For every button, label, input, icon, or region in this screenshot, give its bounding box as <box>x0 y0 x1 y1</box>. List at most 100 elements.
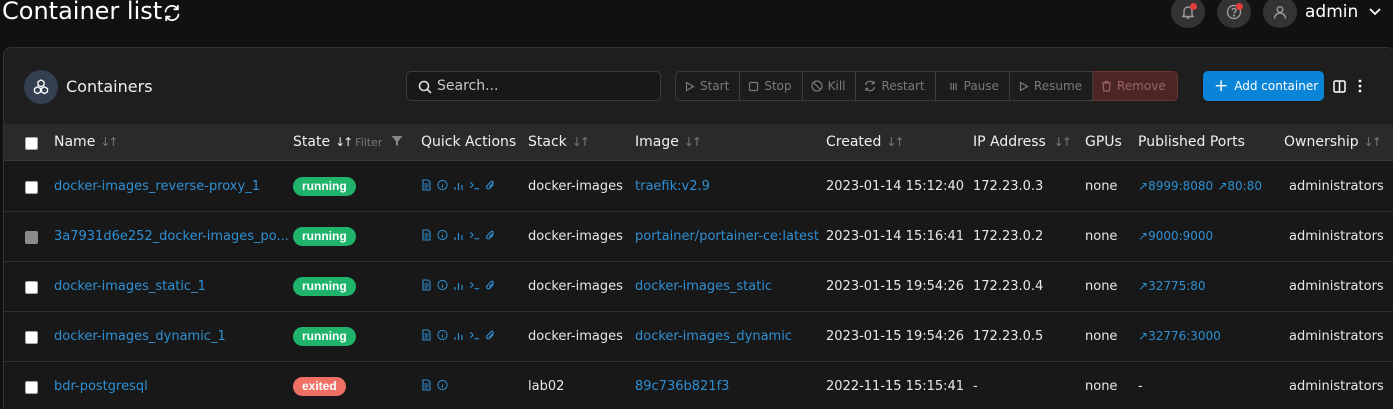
console-icon[interactable] <box>469 229 480 241</box>
logs-icon[interactable] <box>421 329 432 341</box>
column-ip-address[interactable]: IP Address ↓↑ <box>973 134 1072 150</box>
stats-icon[interactable] <box>453 329 464 341</box>
column-created-label: Created <box>826 134 882 150</box>
start-button[interactable]: Start <box>675 71 741 101</box>
stop-button[interactable]: Stop <box>740 71 803 101</box>
state-filter-label[interactable]: Filter <box>355 136 382 149</box>
status-badge: exited <box>293 377 346 396</box>
widget-title: Containers <box>66 77 153 96</box>
stack-value: docker-images <box>528 279 623 294</box>
column-state-label: State <box>293 134 331 150</box>
remove-button[interactable]: Remove <box>1093 71 1178 101</box>
stack-value: docker-images <box>528 329 623 344</box>
column-image[interactable]: Image ↓↑ <box>635 134 702 150</box>
username[interactable]: admin <box>1305 2 1358 22</box>
ip-value: 172.23.0.3 <box>973 179 1044 194</box>
user-avatar[interactable] <box>1263 0 1297 28</box>
more-options-icon[interactable] <box>1357 79 1363 93</box>
user-icon <box>1273 6 1287 19</box>
inspect-icon[interactable] <box>437 329 448 341</box>
inspect-icon[interactable] <box>437 279 448 291</box>
column-stack[interactable]: Stack ↓↑ <box>528 134 590 150</box>
logs-icon[interactable] <box>421 379 432 391</box>
created-value: 2023-01-14 15:16:41 <box>826 229 965 244</box>
gpus-value: none <box>1085 329 1118 344</box>
column-name[interactable]: Name ↓↑ <box>54 134 118 150</box>
ownership-value: administrators <box>1289 329 1384 344</box>
resume-button[interactable]: Resume <box>1009 71 1094 101</box>
row-checkbox-disabled <box>25 231 38 244</box>
published-ports: - <box>1138 379 1143 394</box>
columns-icon[interactable] <box>1333 80 1346 93</box>
port-link[interactable]: ↗9000:9000 <box>1138 229 1213 243</box>
filter-icon[interactable] <box>391 135 403 147</box>
inspect-icon[interactable] <box>437 229 448 241</box>
container-name-link[interactable]: bdr-postgresql <box>54 379 148 394</box>
logs-icon[interactable] <box>421 279 432 291</box>
notifications-button[interactable] <box>1171 0 1205 28</box>
stats-icon[interactable] <box>453 179 464 191</box>
column-ip-label: IP Address <box>973 134 1046 150</box>
sort-icon: ↓↑ <box>1363 135 1382 149</box>
console-icon[interactable] <box>469 179 480 191</box>
ownership-value: administrators <box>1289 279 1384 294</box>
plus-icon: + <box>1214 75 1229 96</box>
port-value: 9000:9000 <box>1148 229 1214 243</box>
kill-button[interactable]: Kill <box>802 71 857 101</box>
row-checkbox[interactable] <box>25 281 38 294</box>
table-row: 3a7931d6e252_docker-images_po... running… <box>4 212 1393 262</box>
row-checkbox[interactable] <box>25 381 38 394</box>
attach-icon[interactable] <box>485 279 496 291</box>
console-icon[interactable] <box>469 279 480 291</box>
logs-icon[interactable] <box>421 179 432 191</box>
search-input[interactable] <box>437 76 652 96</box>
add-container-button[interactable]: + Add container <box>1203 71 1324 101</box>
row-checkbox[interactable] <box>25 331 38 344</box>
port-link[interactable]: ↗32776:3000 <box>1138 329 1221 343</box>
attach-icon[interactable] <box>485 229 496 241</box>
restart-button[interactable]: Restart <box>856 71 936 101</box>
image-link[interactable]: portainer/portainer-ce:latest <box>635 229 819 244</box>
image-link[interactable]: traefik:v2.9 <box>635 179 710 194</box>
port-link[interactable]: ↗32775:80 <box>1138 279 1206 293</box>
restart-icon <box>865 80 876 92</box>
column-ownership[interactable]: Ownership ↓↑ <box>1284 134 1382 150</box>
pause-button[interactable]: Pause <box>935 71 1010 101</box>
attach-icon[interactable] <box>485 329 496 341</box>
refresh-icon[interactable] <box>162 3 182 23</box>
image-link[interactable]: docker-images_static <box>635 279 772 294</box>
inspect-icon[interactable] <box>437 179 448 191</box>
port-value: 32775:80 <box>1148 279 1206 293</box>
created-value: 2023-01-15 19:54:26 <box>826 329 965 344</box>
cubes-icon <box>33 79 49 95</box>
row-checkbox[interactable] <box>25 181 38 194</box>
stats-icon[interactable] <box>453 279 464 291</box>
container-name-link[interactable]: docker-images_static_1 <box>54 279 206 294</box>
container-name-link[interactable]: docker-images_reverse-proxy_1 <box>54 179 260 194</box>
select-all-checkbox[interactable] <box>25 137 38 150</box>
image-link[interactable]: 89c736b821f3 <box>635 379 729 394</box>
stats-icon[interactable] <box>453 229 464 241</box>
external-link-icon: ↗ <box>1138 279 1149 293</box>
ip-value: 172.23.0.4 <box>973 279 1044 294</box>
column-state[interactable]: State ↓↑ Filter <box>293 134 403 150</box>
port-link[interactable]: ↗8999:8080 <box>1138 179 1213 193</box>
help-button[interactable] <box>1217 0 1251 28</box>
column-stack-label: Stack <box>528 134 567 150</box>
image-link[interactable]: docker-images_dynamic <box>635 329 792 344</box>
table-row: docker-images_static_1 running docker-im… <box>4 262 1393 312</box>
chevron-down-icon[interactable] <box>1368 4 1382 18</box>
gpus-value: none <box>1085 279 1118 294</box>
quick-actions <box>421 329 496 341</box>
container-name-link[interactable]: docker-images_dynamic_1 <box>54 329 226 344</box>
logs-icon[interactable] <box>421 229 432 241</box>
status-badge: running <box>293 277 356 296</box>
console-icon[interactable] <box>469 329 480 341</box>
column-created[interactable]: Created ↓↑ <box>826 134 905 150</box>
container-name-link[interactable]: 3a7931d6e252_docker-images_po... <box>54 229 289 244</box>
inspect-icon[interactable] <box>437 379 448 391</box>
sort-icon: ↓↑ <box>886 135 904 149</box>
search-box[interactable] <box>406 71 661 101</box>
port-link[interactable]: ↗80:80 <box>1217 179 1262 193</box>
attach-icon[interactable] <box>485 179 496 191</box>
